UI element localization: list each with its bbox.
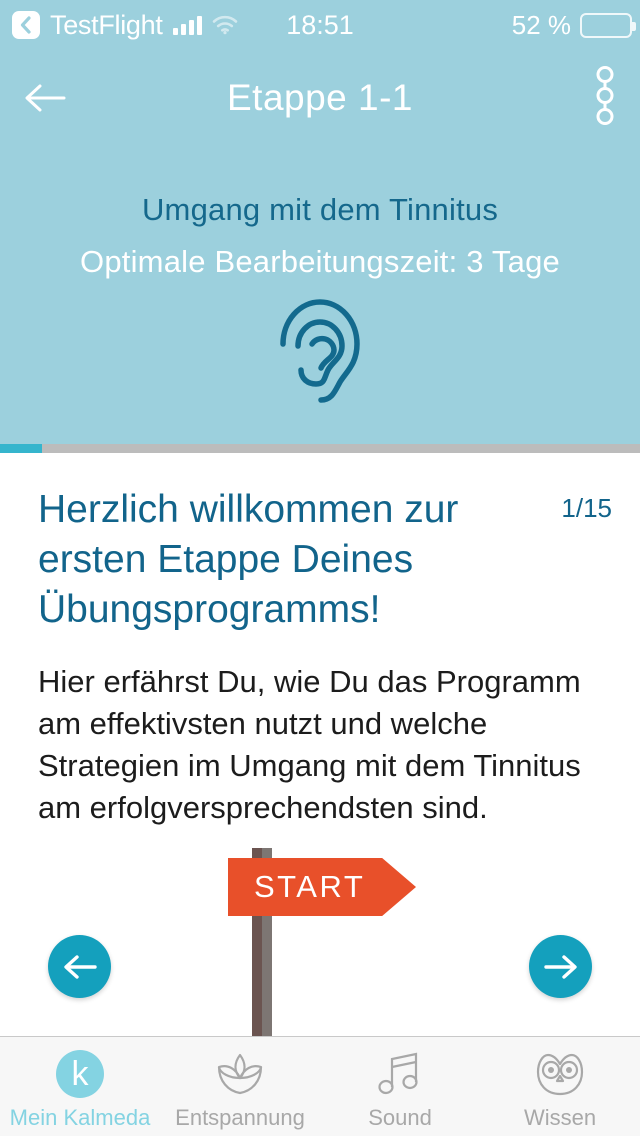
start-signpost[interactable]: START (228, 858, 416, 916)
page-counter: 1/15 (561, 493, 612, 523)
tab-label-sound: Sound (368, 1105, 432, 1130)
status-bar-left: TestFlight (0, 10, 238, 41)
bottom-tab-bar: k Mein Kalmeda Entspannung Sound Wissen (0, 1036, 640, 1136)
lotus-flower-icon (215, 1049, 265, 1099)
battery-percent-label: 52 % (511, 9, 571, 40)
owl-icon (534, 1049, 586, 1099)
stage-duration: Optimale Bearbeitungszeit: 3 Tage (80, 244, 560, 279)
arrow-right-icon (543, 954, 577, 979)
status-bar: TestFlight 18:51 52 % (0, 0, 640, 50)
tab-label-entspannung: Entspannung (175, 1105, 305, 1130)
tab-mein-kalmeda[interactable]: k Mein Kalmeda (0, 1037, 160, 1136)
battery-icon (580, 12, 636, 38)
tab-wissen[interactable]: Wissen (480, 1037, 640, 1136)
status-bar-right: 52 % (512, 10, 640, 41)
ear-icon (0, 294, 640, 406)
status-bar-app-name[interactable]: TestFlight (50, 10, 163, 41)
start-label: START (254, 869, 366, 904)
tab-label-mein-kalmeda: Mein Kalmeda (9, 1105, 151, 1130)
kalmeda-logo-icon: k (56, 1049, 104, 1099)
wifi-icon (212, 15, 238, 35)
page-title: Etappe 1-1 (226, 77, 414, 118)
tab-entspannung[interactable]: Entspannung (160, 1037, 320, 1136)
lesson-body-text: Hier erfährst Du, wie Du das Programm am… (38, 664, 581, 825)
app-screen: TestFlight 18:51 52 % Etappe 1-1 Umgang … (0, 0, 640, 1136)
chevron-left-icon[interactable] (12, 11, 40, 39)
tab-sound[interactable]: Sound (320, 1037, 480, 1136)
arrow-left-icon (63, 954, 97, 979)
tab-label-wissen: Wissen (523, 1105, 597, 1130)
music-note-icon (376, 1049, 424, 1099)
stage-title: Umgang mit dem Tinnitus (141, 192, 499, 227)
lesson-content: 1/15 Herzlich willkommen zur ersten Etap… (0, 453, 640, 1036)
cellular-signal-icon (172, 15, 202, 35)
previous-page-button[interactable] (48, 935, 111, 998)
next-page-button[interactable] (529, 935, 592, 998)
lesson-headline: Herzlich willkommen zur ersten Etappe De… (38, 488, 459, 631)
stage-header: Umgang mit dem Tinnitus Optimale Bearbei… (0, 146, 640, 444)
stage-progress-bar (0, 444, 640, 453)
three-dots-chain-icon[interactable] (594, 65, 616, 132)
stage-progress-fill (0, 444, 43, 453)
navigation-bar: Etappe 1-1 (0, 50, 640, 146)
